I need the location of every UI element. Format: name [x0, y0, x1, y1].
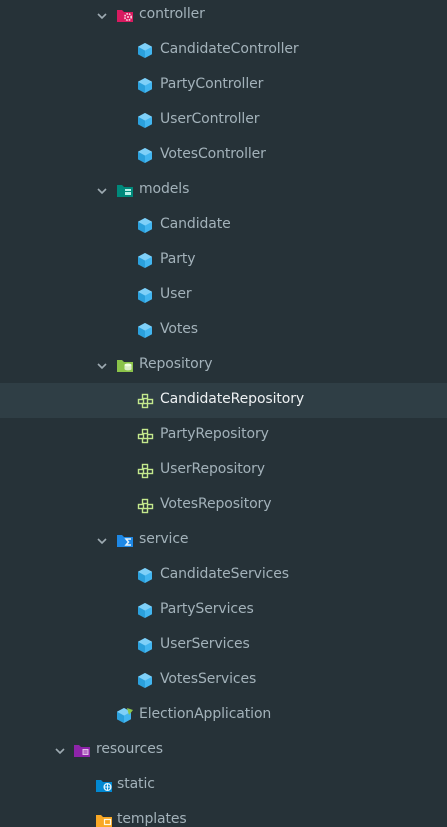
project-tree: controller CandidateController PartyCont…: [0, 0, 447, 827]
tree-item-label: UserRepository: [160, 461, 265, 477]
chevron-down-icon[interactable]: [96, 535, 108, 547]
tree-item-label: PartyRepository: [160, 426, 269, 442]
tree-folder-label: service: [139, 531, 189, 547]
tree-item-candidate[interactable]: Candidate: [0, 208, 447, 243]
tree-item-label: Votes: [160, 321, 198, 337]
tree-folder-label: controller: [139, 6, 205, 22]
tree-item-user[interactable]: User: [0, 278, 447, 313]
tree-folder-templates[interactable]: templates: [0, 803, 447, 827]
chevron-down-icon[interactable]: [96, 10, 108, 22]
tree-item-label: Party: [160, 251, 196, 267]
resources-folder-icon: [73, 742, 90, 759]
tree-item-label: CandidateController: [160, 41, 299, 57]
tree-item-party[interactable]: Party: [0, 243, 447, 278]
tree-folder-label: static: [117, 776, 155, 792]
interface-icon: [137, 497, 154, 514]
templates-folder-icon: [95, 812, 112, 827]
tree-folder-label: templates: [117, 811, 187, 827]
service-package-icon: [116, 532, 133, 549]
tree-folder-service[interactable]: service: [0, 523, 447, 558]
tree-item-user-controller[interactable]: UserController: [0, 103, 447, 138]
tree-item-label: CandidateServices: [160, 566, 289, 582]
tree-item-votes-controller[interactable]: VotesController: [0, 138, 447, 173]
class-icon: [137, 252, 154, 269]
tree-item-user-services[interactable]: UserServices: [0, 628, 447, 663]
tree-item-label: UserController: [160, 111, 260, 127]
tree-item-label: VotesController: [160, 146, 266, 162]
chevron-down-icon[interactable]: [54, 745, 66, 757]
controller-package-icon: [116, 7, 133, 24]
tree-folder-models[interactable]: models: [0, 173, 447, 208]
tree-item-candidate-controller[interactable]: CandidateController: [0, 33, 447, 68]
models-package-icon: [116, 182, 133, 199]
static-folder-icon: [95, 777, 112, 794]
repository-package-icon: [116, 357, 133, 374]
tree-item-label: User: [160, 286, 192, 302]
class-icon: [137, 287, 154, 304]
tree-item-label: VotesRepository: [160, 496, 272, 512]
tree-item-user-repository[interactable]: UserRepository: [0, 453, 447, 488]
tree-item-label: CandidateRepository: [160, 391, 305, 407]
tree-item-label: VotesServices: [160, 671, 257, 687]
class-icon: [137, 77, 154, 94]
class-icon: [137, 112, 154, 129]
class-icon: [137, 602, 154, 619]
tree-item-candidate-services[interactable]: CandidateServices: [0, 558, 447, 593]
tree-folder-label: resources: [96, 741, 163, 757]
tree-item-label: ElectionApplication: [139, 706, 272, 722]
tree-folder-repository[interactable]: Repository: [0, 348, 447, 383]
tree-folder-static[interactable]: static: [0, 768, 447, 803]
class-icon: [137, 322, 154, 339]
tree-item-label: Candidate: [160, 216, 231, 232]
tree-item-label: PartyController: [160, 76, 264, 92]
class-icon: [137, 42, 154, 59]
tree-item-votes[interactable]: Votes: [0, 313, 447, 348]
interface-icon: [137, 392, 154, 409]
tree-folder-resources[interactable]: resources: [0, 733, 447, 768]
tree-folder-label: Repository: [139, 356, 213, 372]
class-icon: [137, 217, 154, 234]
spring-application-icon: [116, 707, 133, 724]
tree-item-election-application[interactable]: ElectionApplication: [0, 698, 447, 733]
class-icon: [137, 672, 154, 689]
tree-item-party-controller[interactable]: PartyController: [0, 68, 447, 103]
tree-item-candidate-repository[interactable]: CandidateRepository: [0, 383, 447, 418]
class-icon: [137, 637, 154, 654]
tree-item-votes-repository[interactable]: VotesRepository: [0, 488, 447, 523]
tree-folder-controller[interactable]: controller: [0, 0, 447, 33]
interface-icon: [137, 427, 154, 444]
chevron-down-icon[interactable]: [96, 185, 108, 197]
tree-folder-label: models: [139, 181, 190, 197]
tree-item-party-services[interactable]: PartyServices: [0, 593, 447, 628]
class-icon: [137, 567, 154, 584]
chevron-down-icon[interactable]: [96, 360, 108, 372]
tree-item-label: UserServices: [160, 636, 250, 652]
tree-item-label: PartyServices: [160, 601, 254, 617]
tree-item-votes-services[interactable]: VotesServices: [0, 663, 447, 698]
interface-icon: [137, 462, 154, 479]
class-icon: [137, 147, 154, 164]
tree-item-party-repository[interactable]: PartyRepository: [0, 418, 447, 453]
